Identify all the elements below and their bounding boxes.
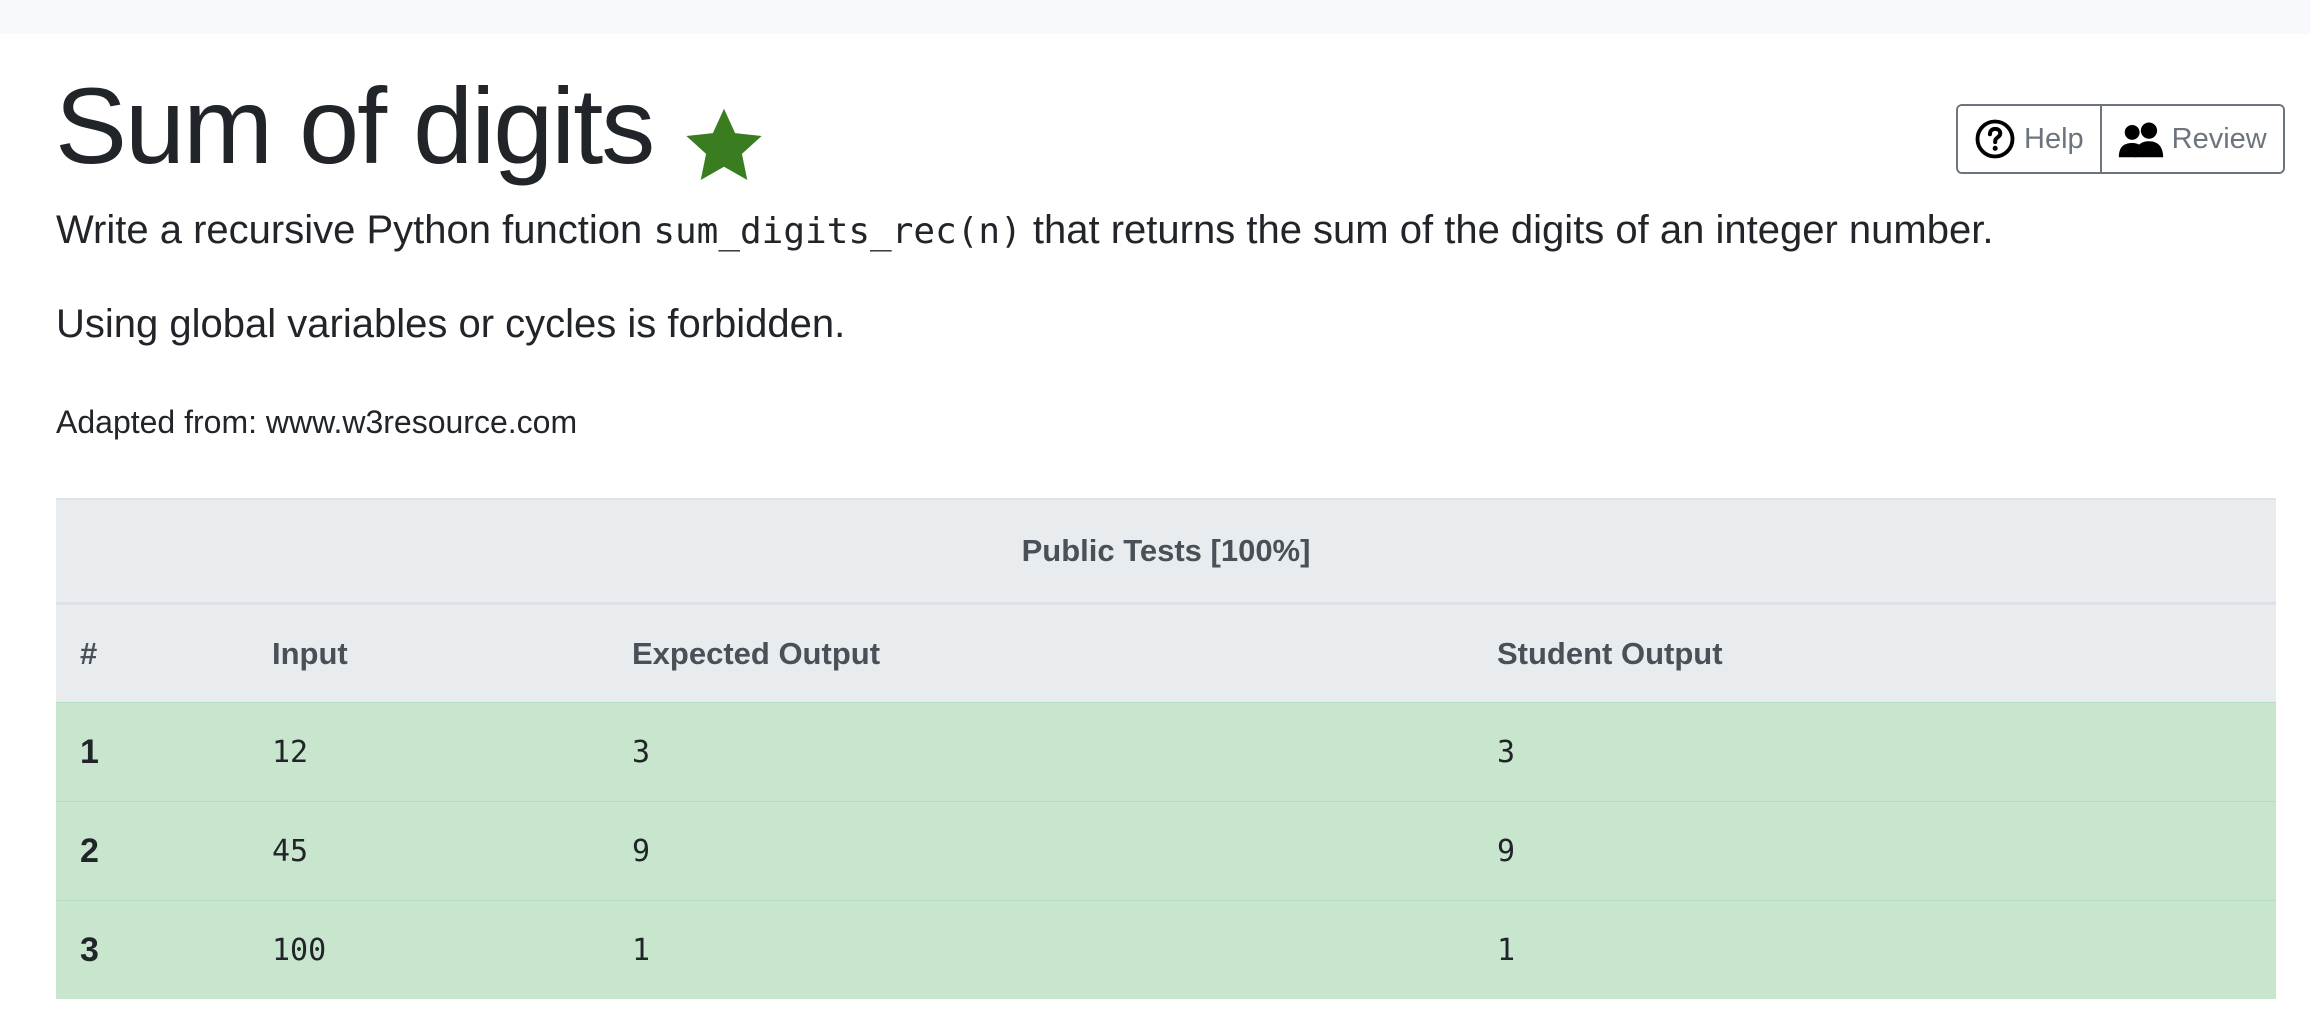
column-header-number: # [56,603,248,703]
description-text: Write a recursive Python function [56,208,654,252]
test-number: 3 [56,900,248,999]
table-caption-row: Public Tests [100%] [56,498,2277,605]
help-button[interactable]: Help [1958,106,2100,172]
test-student-output: 1 [1473,900,2277,999]
test-input: 12 [248,702,608,802]
description-text-end: that returns the sum of the digits of an… [1021,208,1994,252]
page-title: Sum of digits [55,60,767,190]
test-student-output: 3 [1473,702,2277,802]
test-student-output: 9 [1473,801,2277,901]
description-line-1: Write a recursive Python function sum_di… [56,208,1993,253]
header-button-group: Help Review [1956,104,2285,174]
column-header-expected: Expected Output [608,603,1473,703]
table-row: 3 100 1 1 [56,900,2277,999]
column-header-student: Student Output [1473,603,2277,703]
function-name-code: sum_digits_rec(n) [653,211,1022,252]
test-input: 45 [248,801,608,901]
test-expected-output: 9 [608,801,1473,901]
test-number: 2 [56,801,248,901]
top-bar [0,0,2310,34]
table-header-row: # Input Expected Output Student Output [56,603,2277,703]
review-button-label: Review [2171,122,2267,155]
table-row: 1 12 3 3 [56,702,2277,802]
question-circle-icon [1974,118,2016,160]
table-caption: Public Tests [100%] [56,498,2277,605]
test-expected-output: 1 [608,900,1473,999]
column-header-input: Input [248,603,608,703]
review-button[interactable]: Review [2099,106,2283,172]
page-title-text: Sum of digits [55,64,655,186]
source-attribution: Adapted from: www.w3resource.com [56,404,578,440]
public-tests-table: Public Tests [100%] # Input Expected Out… [56,498,2277,999]
table-row: 2 45 9 9 [56,801,2277,901]
test-expected-output: 3 [608,702,1473,802]
description-line-2: Using global variables or cycles is forb… [56,302,846,346]
star-icon [681,89,767,181]
people-icon [2118,120,2164,159]
test-input: 100 [248,900,608,999]
help-button-label: Help [2024,122,2084,155]
test-number: 1 [56,702,248,802]
